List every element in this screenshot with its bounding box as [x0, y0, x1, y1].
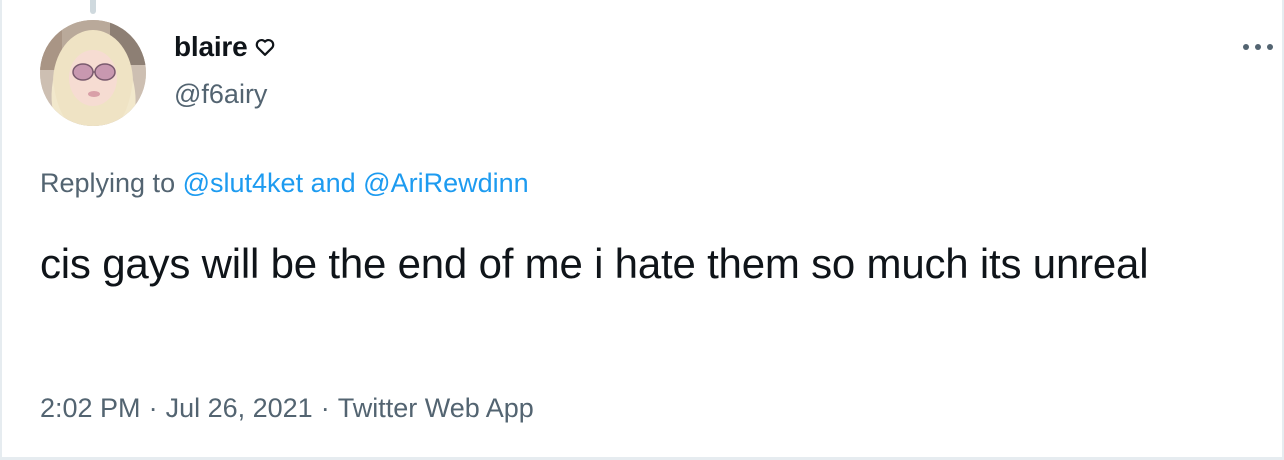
- source-label[interactable]: Twitter Web App: [338, 393, 534, 423]
- tweet-meta: 2:02 PM · Jul 26, 2021 · Twitter Web App: [40, 393, 534, 424]
- author-name-row[interactable]: blaire: [174, 30, 276, 64]
- timestamp-date[interactable]: Jul 26, 2021: [166, 393, 313, 423]
- mention-link[interactable]: @slut4ket: [183, 168, 303, 198]
- tweet-text: cis gays will be the end of me i hate th…: [40, 240, 1149, 287]
- meta-separator: ·: [148, 393, 158, 423]
- reply-prefix: Replying to: [40, 168, 176, 198]
- meta-separator: ·: [320, 393, 330, 423]
- tweet-card: [0, 0, 1284, 460]
- timestamp-time[interactable]: 2:02 PM: [40, 393, 141, 423]
- reply-context: Replying to @slut4ket and @AriRewdinn: [40, 168, 529, 199]
- author-handle[interactable]: @f6airy: [174, 79, 267, 110]
- heart-outline-icon: [254, 36, 276, 58]
- mention-link[interactable]: @AriRewdinn: [363, 168, 528, 198]
- display-name[interactable]: blaire: [174, 31, 248, 63]
- avatar[interactable]: [40, 20, 146, 126]
- reply-conjunction: and: [310, 168, 356, 198]
- thread-connector-line: [90, 0, 96, 14]
- more-options-icon[interactable]: [1240, 37, 1276, 57]
